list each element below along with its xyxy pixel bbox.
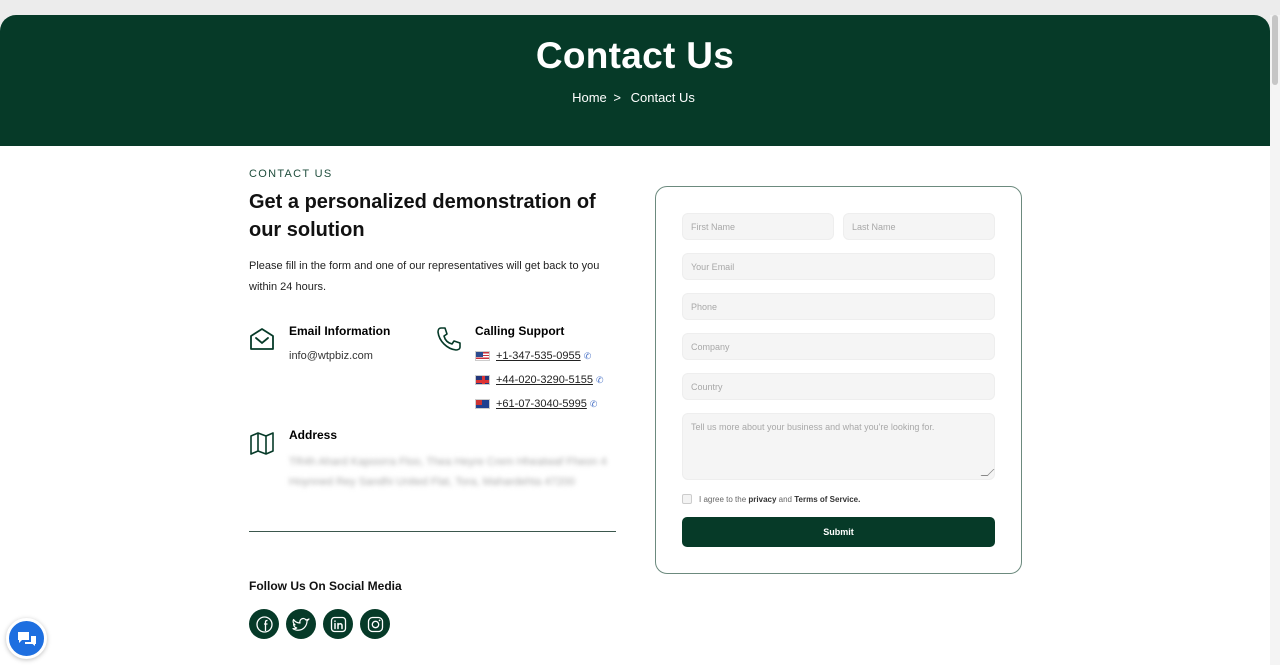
- envelope-open-icon: [250, 328, 274, 350]
- section-divider: [249, 531, 616, 532]
- twitter-icon[interactable]: [286, 609, 316, 639]
- phone-row-us: +1-347-535-0955 ✆: [475, 350, 616, 362]
- phone-row-au: +61-07-3040-5995 ✆: [475, 398, 616, 410]
- first-name-input[interactable]: First Name: [682, 213, 834, 240]
- uk-flag-icon: [475, 375, 490, 385]
- address-line-2: Hoynned Rey Sandhi United Flat, Tora, Ma…: [289, 476, 575, 488]
- address-line-1: TR4h Ahard Kapoorra Floo, Thea Heyre Cre…: [289, 456, 607, 468]
- phone-row-uk: +44-020-3290-5155 ✆: [475, 374, 616, 386]
- scrollbar-thumb[interactable]: [1272, 15, 1278, 85]
- terms-checkbox[interactable]: [682, 494, 692, 504]
- email-title: Email Information: [289, 324, 391, 338]
- page-hero: Contact Us Home > Contact Us: [0, 15, 1270, 146]
- contact-info: CONTACT US Get a personalized demonstrat…: [249, 168, 617, 298]
- phone-link-au[interactable]: +61-07-3040-5995: [496, 398, 587, 410]
- calling-title: Calling Support: [475, 324, 565, 338]
- chat-bubble-icon: [17, 631, 36, 646]
- au-flag-icon: [475, 399, 490, 409]
- resize-handle[interactable]: [980, 469, 995, 476]
- instagram-icon[interactable]: [360, 609, 390, 639]
- agree-and: and: [778, 494, 793, 504]
- agree-prefix: I agree to the: [699, 494, 747, 504]
- page-title: Contact Us: [535, 35, 735, 76]
- terms-consent: I agree to the privacy and Terms of Serv…: [682, 494, 860, 504]
- phone-call-icon[interactable]: ✆: [596, 375, 604, 386]
- page-scrollbar[interactable]: [1270, 15, 1280, 665]
- contact-page: Contact Us Home > Contact Us CONTACT US …: [0, 15, 1270, 665]
- linkedin-icon[interactable]: [323, 609, 353, 639]
- map-icon: [250, 432, 274, 455]
- country-input[interactable]: Country: [682, 373, 995, 400]
- breadcrumb-home[interactable]: Home: [572, 90, 607, 105]
- phone-link-uk[interactable]: +44-020-3290-5155: [496, 374, 593, 386]
- email-value[interactable]: info@wtpbiz.com: [289, 350, 409, 362]
- calling-support: Calling Support +1-347-535-0955 ✆ +44-02…: [436, 324, 616, 410]
- section-headline: Get a personalized demonstration of our …: [249, 191, 596, 241]
- social-title: Follow Us On Social Media: [249, 579, 402, 593]
- section-description: Please fill in the form and one of our r…: [249, 260, 600, 293]
- phone-call-icon[interactable]: ✆: [590, 399, 598, 410]
- facebook-icon[interactable]: [249, 609, 279, 639]
- breadcrumb-current: Contact Us: [630, 90, 695, 105]
- breadcrumb-separator: >: [613, 90, 621, 105]
- chat-widget-button[interactable]: [6, 618, 47, 659]
- email-info: Email Information info@wtpbiz.com: [249, 324, 409, 362]
- company-input[interactable]: Company: [682, 333, 995, 360]
- section-eyebrow: CONTACT US: [249, 168, 333, 180]
- message-textarea[interactable]: Tell us more about your business and wha…: [682, 413, 995, 480]
- breadcrumb: Home > Contact Us: [0, 90, 1270, 105]
- message-placeholder: Tell us more about your business and wha…: [691, 422, 935, 432]
- phone-input[interactable]: Phone: [682, 293, 995, 320]
- us-flag-icon: [475, 351, 490, 361]
- contact-form: First Name Last Name Your Email Phone Co…: [655, 186, 1022, 574]
- last-name-input[interactable]: Last Name: [843, 213, 995, 240]
- email-input[interactable]: Your Email: [682, 253, 995, 280]
- phone-link-us[interactable]: +1-347-535-0955: [496, 350, 581, 362]
- privacy-link[interactable]: privacy: [748, 495, 776, 504]
- address-info: Address TR4h Ahard Kapoorra Floo, Thea H…: [249, 428, 617, 492]
- terms-link[interactable]: Terms of Service.: [794, 495, 860, 504]
- submit-button[interactable]: Submit: [682, 517, 995, 547]
- address-title: Address: [289, 428, 338, 442]
- phone-call-icon[interactable]: ✆: [584, 351, 592, 362]
- social-icons: [249, 609, 390, 639]
- phone-icon: [437, 327, 461, 351]
